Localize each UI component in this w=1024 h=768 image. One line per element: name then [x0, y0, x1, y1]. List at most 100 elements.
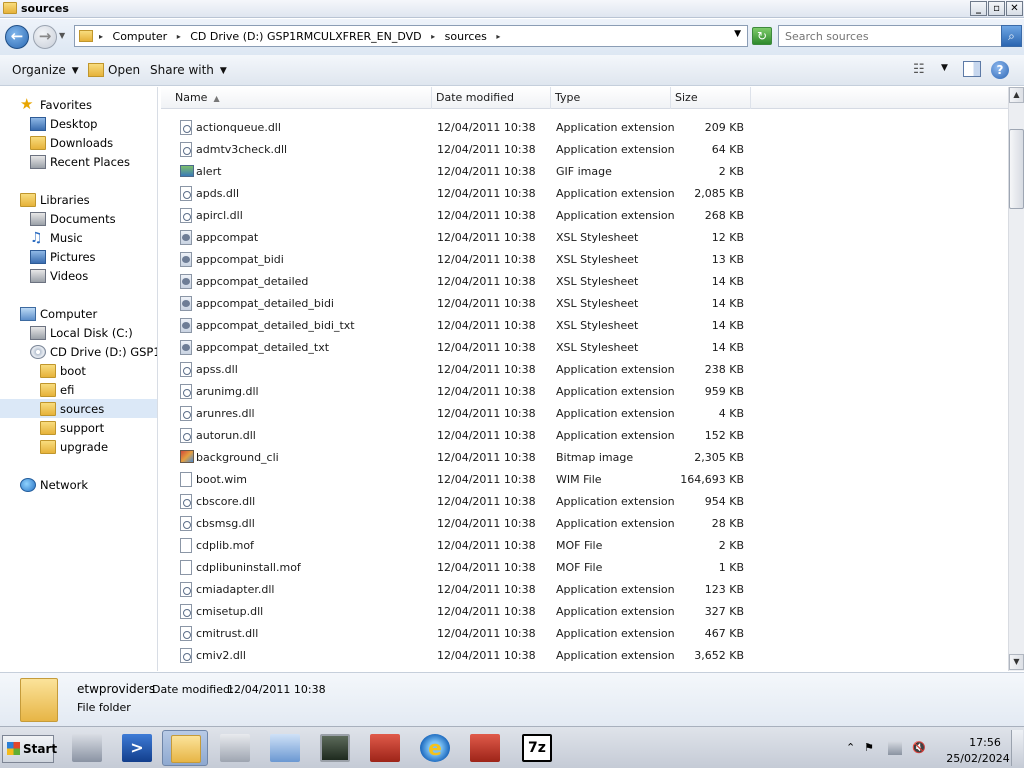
file-row[interactable]: appcompat_bidi 12/04/2011 10:38 XSL Styles…: [161, 248, 1008, 270]
nav-boot[interactable]: boot: [40, 362, 150, 381]
open-button[interactable]: Open: [108, 63, 140, 77]
nav-upgrade[interactable]: upgrade: [40, 438, 150, 457]
taskbar-server-manager[interactable]: [64, 730, 110, 766]
file-row[interactable]: cmitrust.dll 12/04/2011 10:38 Application …: [161, 622, 1008, 644]
nav-documents[interactable]: Documents: [30, 210, 150, 229]
breadcrumb-cd-drive[interactable]: CD Drive (D:) GSP1RMCULXFRER_EN_DVD: [190, 30, 421, 43]
taskbar-monitor[interactable]: [312, 730, 358, 766]
organize-menu[interactable]: Organize ▼: [12, 63, 79, 77]
column-date-modified[interactable]: Date modified: [432, 87, 551, 109]
file-row[interactable]: cmiv2.dll 12/04/2011 10:38 Application ext…: [161, 644, 1008, 666]
dll-file-icon: [180, 494, 192, 509]
file-row[interactable]: apds.dll 12/04/2011 10:38 Application exte…: [161, 182, 1008, 204]
breadcrumb-separator-icon[interactable]: ▸: [496, 32, 500, 41]
start-button[interactable]: Start: [2, 735, 57, 763]
file-row[interactable]: boot.wim 12/04/2011 10:38 WIM File 164,693 …: [161, 468, 1008, 490]
taskbar-7zip[interactable]: 7z: [514, 730, 560, 766]
xsl-file-icon: [180, 296, 192, 311]
forward-button[interactable]: →: [33, 25, 57, 49]
clock-time[interactable]: 17:56: [954, 736, 1016, 749]
file-row[interactable]: cdplibuninstall.mof 12/04/2011 10:38 MOF F…: [161, 556, 1008, 578]
scroll-up-button[interactable]: ▲: [1009, 87, 1024, 103]
file-row[interactable]: cmiadapter.dll 12/04/2011 10:38 Applicatio…: [161, 578, 1008, 600]
nav-network[interactable]: Network: [20, 476, 150, 495]
network-tray-icon[interactable]: [888, 741, 902, 755]
file-row[interactable]: arunimg.dll 12/04/2011 10:38 Application e…: [161, 380, 1008, 402]
file-row[interactable]: appcompat_detailed_bidi 12/04/2011 10:38 X…: [161, 292, 1008, 314]
history-dropdown-icon[interactable]: ▼: [59, 31, 65, 40]
file-type: Application extension: [556, 121, 675, 134]
windows-explorer-icon: [171, 735, 201, 763]
nav-cd-drive[interactable]: CD Drive (D:) GSP1RM: [30, 343, 157, 362]
close-button[interactable]: ✕: [1006, 1, 1023, 16]
back-button[interactable]: ←: [5, 25, 29, 49]
file-row[interactable]: cbsmsg.dll 12/04/2011 10:38 Application ex…: [161, 512, 1008, 534]
nav-music[interactable]: ♫ Music: [30, 229, 150, 248]
breadcrumb-separator-icon[interactable]: ▸: [99, 32, 103, 41]
breadcrumb-separator-icon[interactable]: ▸: [431, 32, 435, 41]
show-desktop-button[interactable]: [1011, 730, 1023, 766]
vertical-scrollbar[interactable]: ▲ ▼: [1008, 87, 1024, 671]
taskbar-tools[interactable]: [212, 730, 258, 766]
file-row[interactable]: appcompat_detailed_txt 12/04/2011 10:38 XS…: [161, 336, 1008, 358]
taskbar-control-panel[interactable]: [262, 730, 308, 766]
taskbar-toolbox-2[interactable]: [462, 730, 508, 766]
file-row[interactable]: cdplib.mof 12/04/2011 10:38 MOF File 2 KB: [161, 534, 1008, 556]
address-dropdown-icon[interactable]: ▼: [734, 29, 741, 39]
flag-icon[interactable]: ⚑: [864, 741, 878, 755]
file-row[interactable]: admtv3check.dll 12/04/2011 10:38 Applicati…: [161, 138, 1008, 160]
scroll-thumb[interactable]: [1009, 129, 1024, 209]
file-row[interactable]: apircl.dll 12/04/2011 10:38 Application ex…: [161, 204, 1008, 226]
refresh-button[interactable]: ↻: [752, 27, 772, 45]
change-view-icon[interactable]: ☷: [913, 62, 925, 77]
nav-efi[interactable]: efi: [40, 381, 150, 400]
volume-muted-icon[interactable]: 🔇: [912, 741, 926, 755]
show-hidden-icons-button[interactable]: ⌃: [846, 741, 855, 754]
search-input[interactable]: [781, 28, 977, 44]
nav-pictures[interactable]: Pictures: [30, 248, 150, 267]
nav-desktop[interactable]: Desktop: [30, 115, 150, 134]
file-row[interactable]: appcompat 12/04/2011 10:38 XSL Stylesheet 1…: [161, 226, 1008, 248]
breadcrumb-computer[interactable]: Computer: [113, 30, 168, 43]
nav-local-disk[interactable]: Local Disk (C:): [30, 324, 150, 343]
nav-downloads[interactable]: Downloads: [30, 134, 150, 153]
file-row[interactable]: actionqueue.dll 12/04/2011 10:38 Applicati…: [161, 116, 1008, 138]
file-row[interactable]: appcompat_detailed 12/04/2011 10:38 XSL St…: [161, 270, 1008, 292]
clock-date[interactable]: 25/02/2024: [940, 752, 1016, 765]
scroll-down-button[interactable]: ▼: [1009, 654, 1024, 670]
breadcrumb-sources[interactable]: sources: [445, 30, 487, 43]
column-type[interactable]: Type: [551, 87, 671, 109]
column-name[interactable]: Name ▲: [161, 87, 432, 109]
maximize-button[interactable]: ▫: [988, 1, 1005, 16]
taskbar-toolbox[interactable]: [362, 730, 408, 766]
breadcrumb[interactable]: ▸ Computer ▸ CD Drive (D:) GSP1RMCULXFRE…: [74, 25, 748, 47]
file-row[interactable]: arunres.dll 12/04/2011 10:38 Application e…: [161, 402, 1008, 424]
file-row[interactable]: cbscore.dll 12/04/2011 10:38 Application e…: [161, 490, 1008, 512]
nav-recent-places[interactable]: Recent Places: [30, 153, 156, 172]
xsl-file-icon: [180, 274, 192, 289]
column-size[interactable]: Size: [671, 87, 751, 109]
help-icon[interactable]: ?: [991, 61, 1009, 79]
nav-computer[interactable]: Computer: [20, 305, 150, 324]
search-button[interactable]: ⌕: [1001, 25, 1022, 47]
taskbar-internet-explorer[interactable]: e: [412, 730, 458, 766]
nav-support[interactable]: support: [40, 419, 150, 438]
share-with-menu[interactable]: Share with ▼: [150, 63, 227, 77]
nav-sources[interactable]: sources: [0, 399, 157, 418]
file-row[interactable]: autorun.dll 12/04/2011 10:38 Application e…: [161, 424, 1008, 446]
breadcrumb-separator-icon[interactable]: ▸: [177, 32, 181, 41]
minimize-button[interactable]: _: [970, 1, 987, 16]
view-dropdown-icon[interactable]: ▼: [941, 63, 948, 73]
nav-favorites[interactable]: ★ Favorites: [20, 96, 150, 115]
server-manager-icon: [72, 734, 102, 762]
taskbar-windows-explorer[interactable]: [162, 730, 208, 766]
file-row[interactable]: cmisetup.dll 12/04/2011 10:38 Application …: [161, 600, 1008, 622]
nav-libraries[interactable]: Libraries: [20, 191, 150, 210]
file-row[interactable]: background_cli 12/04/2011 10:38 Bitmap ima…: [161, 446, 1008, 468]
preview-pane-icon[interactable]: [963, 61, 981, 77]
file-row[interactable]: apss.dll 12/04/2011 10:38 Application exte…: [161, 358, 1008, 380]
taskbar-powershell[interactable]: >: [114, 730, 160, 766]
nav-videos[interactable]: Videos: [30, 267, 150, 286]
file-row[interactable]: alert 12/04/2011 10:38 GIF image 2 KB: [161, 160, 1008, 182]
file-row[interactable]: appcompat_detailed_bidi_txt 12/04/2011 10…: [161, 314, 1008, 336]
